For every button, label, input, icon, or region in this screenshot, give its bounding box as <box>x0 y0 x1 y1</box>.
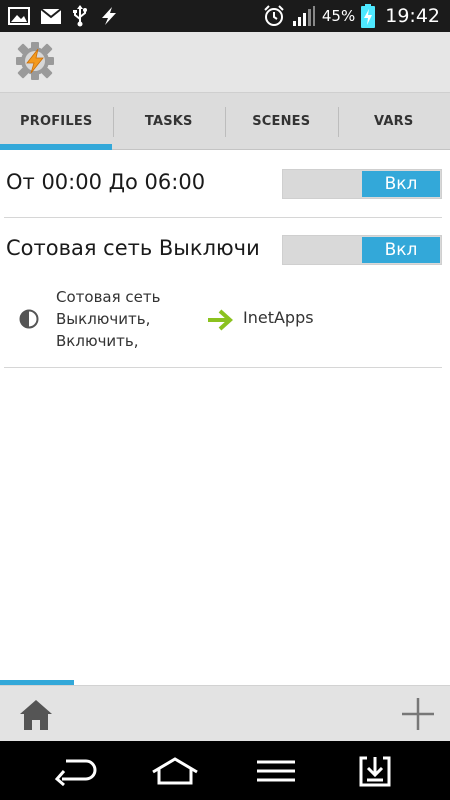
home-outline-icon[interactable] <box>150 755 200 787</box>
home-icon[interactable] <box>18 698 54 732</box>
mail-icon <box>40 7 62 25</box>
tab-label: PROFILES <box>20 113 93 129</box>
tab-label: TASKS <box>144 113 193 129</box>
profile-row[interactable]: Сотовая сеть Выключи Вкл <box>4 218 442 284</box>
download-icon[interactable] <box>358 755 392 787</box>
back-icon[interactable] <box>52 755 98 787</box>
status-bar: 45% 19:42 <box>0 0 450 32</box>
tasker-gear-icon[interactable] <box>14 40 56 82</box>
toggle-on-label: Вкл <box>362 171 440 197</box>
task-name[interactable]: InetApps <box>243 308 314 327</box>
context-line: Сотовая сеть <box>56 288 161 306</box>
battery-charging-icon <box>361 4 376 28</box>
profile-detail: Сотовая сеть Выключить, Включить, InetAp… <box>4 284 442 368</box>
tab-label: SCENES <box>252 113 311 129</box>
navigation-bar <box>0 741 450 800</box>
battery-percent: 45% <box>321 7 356 25</box>
tab-scenes[interactable]: SCENES <box>225 93 338 149</box>
profile-toggle[interactable]: Вкл <box>282 169 442 199</box>
clock: 19:42 <box>385 5 440 27</box>
half-circle-icon[interactable] <box>18 308 40 330</box>
menu-icon[interactable] <box>254 755 298 787</box>
usb-icon <box>72 5 88 27</box>
status-left-icons <box>8 4 120 28</box>
bottom-action-bar <box>0 685 450 741</box>
profile-row[interactable]: От 00:00 До 06:00 Вкл <box>4 152 442 218</box>
tab-tasks[interactable]: TASKS <box>112 93 226 149</box>
profile-name: Сотовая сеть Выключи <box>6 236 260 260</box>
arrow-right-icon <box>206 309 234 331</box>
tab-bar: PROFILES TASKS SCENES VARS <box>0 92 450 150</box>
active-tab-indicator <box>0 144 112 150</box>
status-right-icons: 45% 19:42 <box>262 4 440 28</box>
profile-list: От 00:00 До 06:00 Вкл Сотовая сеть Выклю… <box>0 152 450 368</box>
profile-toggle[interactable]: Вкл <box>282 235 442 265</box>
tab-vars[interactable]: VARS <box>337 93 450 149</box>
tab-label: VARS <box>374 113 414 129</box>
app-bar <box>0 32 450 92</box>
profile-name: От 00:00 До 06:00 <box>6 170 206 194</box>
context-line: Включить, <box>56 332 139 350</box>
signal-icon <box>292 5 316 27</box>
tasker-bolt-icon <box>98 6 120 26</box>
toggle-on-label: Вкл <box>362 237 440 263</box>
plus-icon[interactable] <box>400 696 436 732</box>
context-line: Выключить, <box>56 310 151 328</box>
context-description[interactable]: Сотовая сеть Выключить, Включить, <box>56 286 160 352</box>
tab-profiles[interactable]: PROFILES <box>0 93 113 149</box>
image-icon <box>8 7 30 25</box>
alarm-icon <box>262 4 286 28</box>
